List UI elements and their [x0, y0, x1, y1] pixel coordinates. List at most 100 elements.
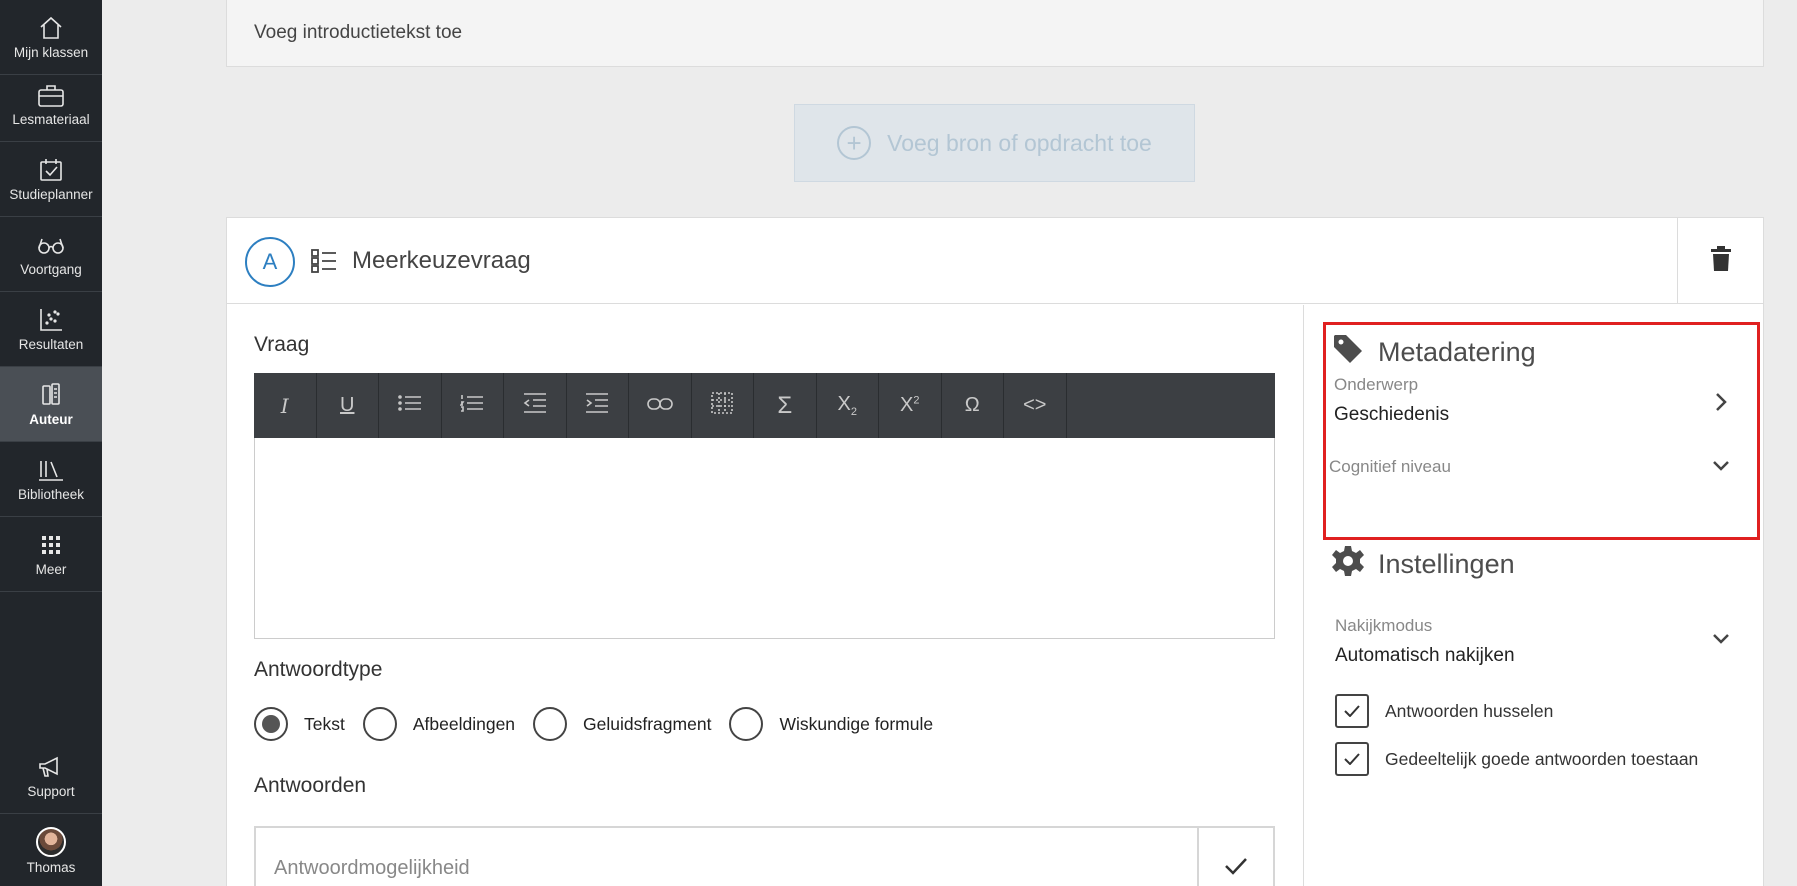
checkbox-label: Gedeeltelijk goede antwoorden toestaan — [1385, 748, 1699, 769]
chevron-down-icon — [1711, 632, 1731, 651]
sidebar-item-bibliotheek[interactable]: Bibliotheek — [0, 442, 102, 517]
radio-circle — [254, 707, 288, 741]
checkbox-checked-icon — [1335, 742, 1369, 776]
subject-label: Onderwerp — [1334, 375, 1419, 394]
checkbox-checked-icon — [1335, 694, 1369, 728]
grading-mode-dropdown[interactable]: Nakijkmodus Automatisch nakijken — [1335, 616, 1735, 676]
subject-value: Geschiedenis — [1334, 404, 1450, 425]
trash-icon — [1710, 245, 1732, 277]
checklist-icon — [310, 248, 338, 279]
superscript-icon: X2 — [900, 394, 920, 416]
numbered-list-icon — [459, 394, 484, 418]
special-char-button[interactable]: Ω — [942, 373, 1004, 438]
radio-label: Tekst — [304, 713, 345, 734]
sidebar-item-studieplanner[interactable]: Studieplanner — [0, 142, 102, 217]
add-source-label: Voeg bron of opdracht toe — [887, 129, 1152, 156]
question-content: Vraag I U Σ X2 X2 Ω <> Antwoordtype Teks… — [227, 305, 1303, 886]
link-button[interactable] — [629, 373, 692, 438]
sidebar-item-support[interactable]: Support — [0, 739, 102, 814]
tag-icon — [1332, 333, 1378, 372]
checkbox-label: Antwoorden husselen — [1385, 700, 1554, 721]
answer-type-label: Antwoordtype — [254, 658, 383, 681]
sidebar: Mijn klassen Lesmateriaal Studieplanner … — [0, 0, 102, 886]
indent-icon — [585, 392, 609, 419]
source-code-button[interactable]: <> — [1004, 373, 1067, 438]
cognitive-level-label: Cognitief niveau — [1329, 457, 1451, 476]
sidebar-item-label: Lesmateriaal — [12, 112, 90, 127]
radio-label: Afbeeldingen — [412, 713, 516, 734]
subscript-icon: X2 — [837, 393, 857, 418]
superscript-button[interactable]: X2 — [879, 373, 942, 438]
sidebar-item-meer[interactable]: Meer — [0, 517, 102, 592]
indent-button[interactable] — [567, 373, 629, 438]
sidebar-item-resultaten[interactable]: Resultaten — [0, 292, 102, 367]
user-menu[interactable]: Thomas — [0, 816, 102, 886]
outdent-icon — [523, 392, 547, 419]
radio-circle — [729, 707, 764, 741]
outdent-button[interactable] — [504, 373, 567, 438]
sidebar-item-label: Voortgang — [20, 262, 82, 277]
gear-icon — [1332, 545, 1378, 584]
calendar-check-icon — [36, 156, 66, 184]
question-type-title: Meerkeuzevraag — [352, 247, 531, 274]
italic-icon: I — [280, 393, 289, 418]
italic-button[interactable]: I — [254, 373, 317, 438]
radio-geluidsfragment[interactable]: Geluidsfragment — [533, 707, 711, 741]
chevron-right-icon — [1714, 391, 1728, 418]
settings-title: Instellingen — [1378, 549, 1515, 579]
radio-circle — [533, 707, 568, 741]
sigma-icon: Σ — [777, 391, 793, 419]
shuffle-answers-checkbox[interactable]: Antwoorden husselen — [1335, 694, 1553, 728]
sidebar-item-label: Auteur — [29, 412, 73, 427]
link-icon — [646, 394, 673, 417]
sidebar-item-auteur[interactable]: Auteur — [0, 367, 102, 442]
radio-circle — [362, 707, 397, 741]
underline-icon: U — [340, 394, 355, 416]
answer-type-radios: Tekst Afbeeldingen Geluidsfragment Wisku… — [254, 707, 951, 741]
radio-label: Geluidsfragment — [583, 713, 712, 734]
grid-icon — [36, 531, 66, 559]
sigma-button[interactable]: Σ — [754, 373, 817, 438]
grading-mode-value: Automatisch nakijken — [1335, 645, 1515, 666]
radio-wiskundige-formule[interactable]: Wiskundige formule — [729, 707, 933, 741]
vraag-label: Vraag — [254, 333, 310, 356]
author-icon — [36, 381, 66, 409]
briefcase-icon — [36, 81, 66, 109]
delete-question-button[interactable] — [1677, 218, 1763, 304]
add-source-button[interactable]: + Voeg bron of opdracht toe — [794, 104, 1195, 182]
mark-correct-button[interactable] — [1199, 828, 1273, 886]
settings-header: Instellingen — [1332, 545, 1515, 584]
bullet-list-icon — [397, 394, 422, 418]
partial-credit-checkbox[interactable]: Gedeeltelijk goede antwoorden toestaan — [1335, 742, 1698, 776]
radio-afbeeldingen[interactable]: Afbeeldingen — [362, 707, 516, 741]
sidebar-item-voortgang[interactable]: Voortgang — [0, 217, 102, 292]
user-name: Thomas — [26, 860, 76, 875]
sidebar-item-lesmateriaal[interactable]: Lesmateriaal — [0, 67, 102, 142]
radio-tekst[interactable]: Tekst — [254, 707, 345, 741]
cognitive-level-dropdown[interactable]: Cognitief niveau — [1329, 457, 1734, 487]
bullet-list-button[interactable] — [379, 373, 442, 438]
metadata-title: Metadatering — [1378, 337, 1536, 367]
chevron-down-icon — [1711, 459, 1731, 478]
grading-mode-label: Nakijkmodus — [1335, 616, 1433, 635]
plus-circle-icon: + — [837, 126, 872, 160]
answer-input[interactable] — [256, 828, 1199, 886]
subject-field[interactable]: Onderwerp Geschiedenis — [1334, 375, 1734, 435]
intro-text-field[interactable]: Voeg introductietekst toe — [226, 0, 1764, 67]
sidebar-item-mijn-klassen[interactable]: Mijn klassen — [0, 0, 102, 75]
scatter-chart-icon — [36, 306, 66, 334]
sidebar-item-label: Meer — [35, 562, 67, 577]
editor-toolbar: I U Σ X2 X2 Ω <> — [254, 373, 1275, 438]
sidebar-item-label: Studieplanner — [9, 187, 93, 202]
answer-row — [254, 826, 1275, 886]
numbered-list-button[interactable] — [442, 373, 504, 438]
intro-placeholder: Voeg introductietekst toe — [254, 22, 463, 43]
side-panel: Metadatering Onderwerp Geschiedenis Cogn… — [1303, 305, 1763, 886]
underline-button[interactable]: U — [317, 373, 379, 438]
question-header: A Meerkeuzevraag — [227, 218, 1763, 304]
megaphone-icon — [36, 753, 66, 781]
table-button[interactable] — [692, 373, 754, 438]
sidebar-item-label: Resultaten — [18, 337, 84, 352]
code-icon: <> — [1023, 394, 1047, 416]
subscript-button[interactable]: X2 — [817, 373, 879, 438]
